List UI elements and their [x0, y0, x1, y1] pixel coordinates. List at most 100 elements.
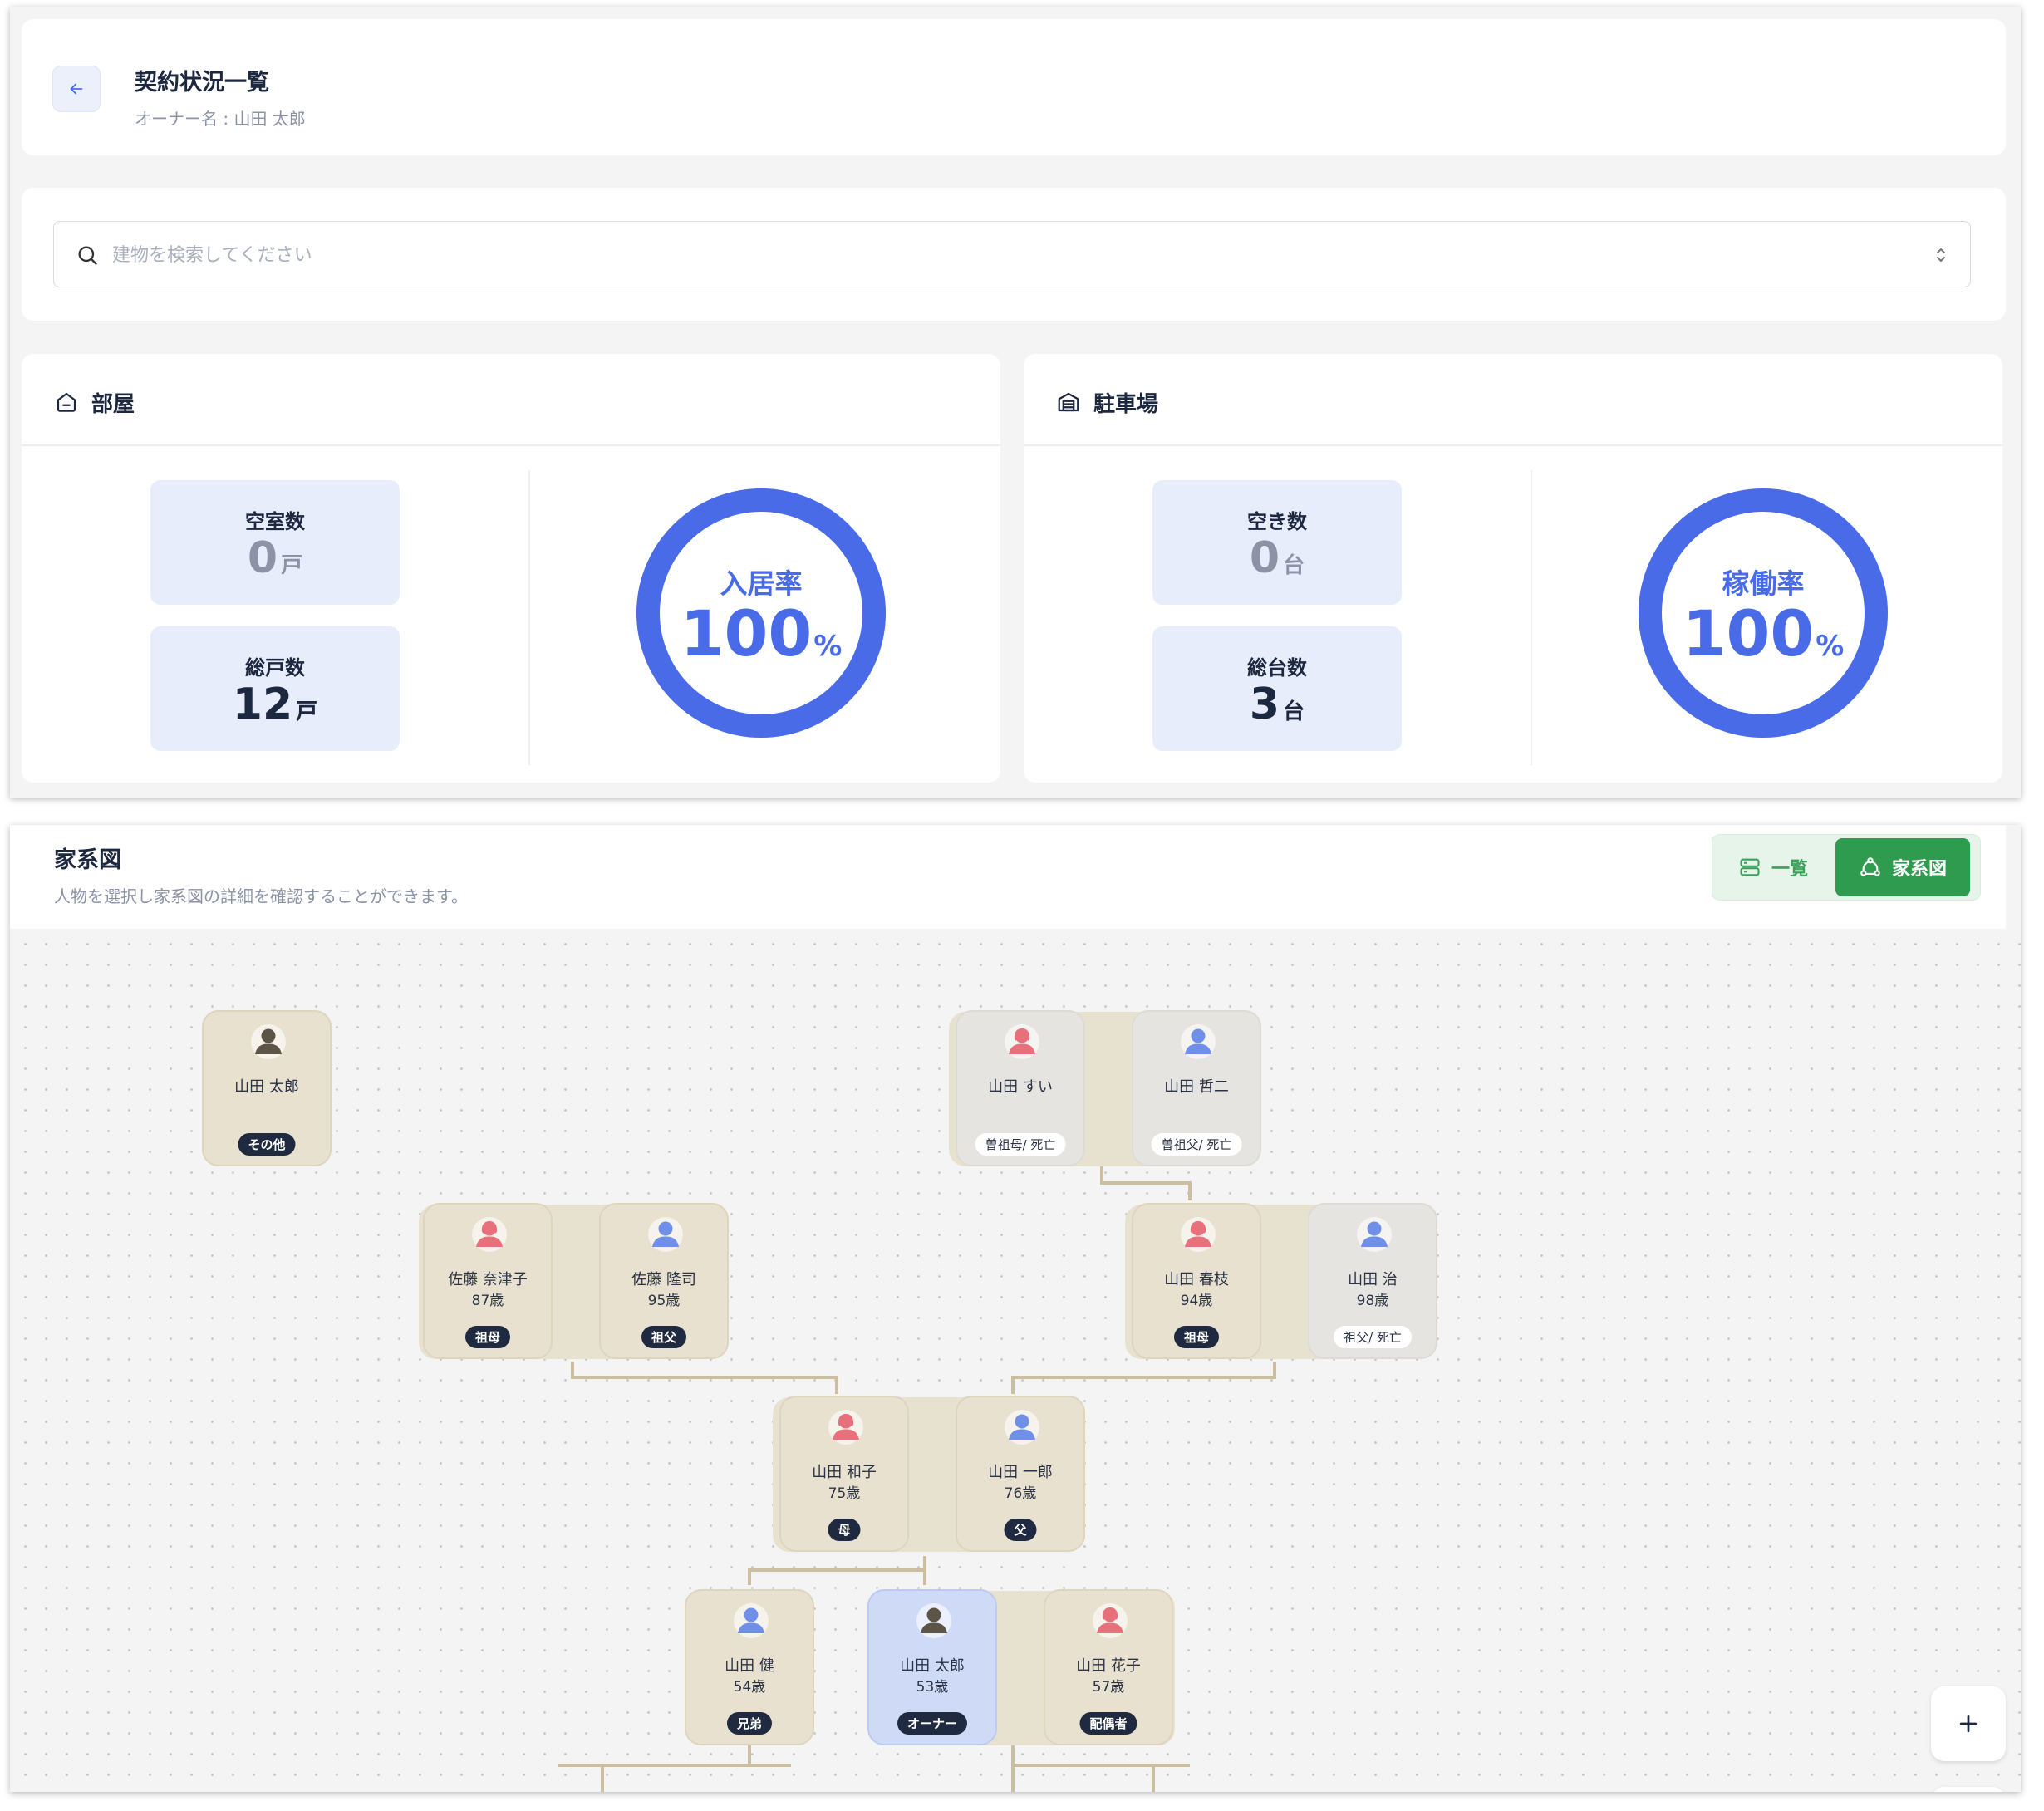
vacant-parking-box: 空き数 0台	[1152, 480, 1402, 605]
female-avatar-icon	[472, 1217, 507, 1252]
relation-badge: 配偶者	[1079, 1712, 1137, 1735]
relation-badge: 祖母	[464, 1326, 511, 1348]
person-node-owner[interactable]: 山田 太郎 53歳オーナー	[867, 1589, 997, 1745]
person-node-ggm[interactable]: 山田 すい曽祖母/ 死亡	[956, 1010, 1085, 1166]
person-node-self_other[interactable]: 山田 太郎 その他	[202, 1010, 332, 1166]
occupancy-rate-ring: 入居率 100%	[636, 488, 886, 738]
family-tree-canvas[interactable]: 山田 太郎 その他 山田 すい 曽祖母/ 死亡 山田 哲二 曽祖父/ 死亡 佐藤 奈津子 87…	[10, 929, 2021, 1792]
chevron-up-down-icon[interactable]	[1932, 243, 1950, 267]
family-tree-subtitle: 人物を選択し家系図の詳細を確認することができます。	[54, 886, 468, 906]
divider	[528, 470, 530, 765]
relation-badge: 母	[828, 1519, 861, 1541]
arrow-left-icon	[70, 83, 83, 95]
list-view-label: 一覧	[1771, 859, 1808, 880]
occupancy-rate-unit: %	[813, 630, 843, 663]
occupancy-rate-value: 100	[680, 596, 813, 670]
divider	[1531, 470, 1532, 765]
person-age: 53歳	[916, 1679, 949, 1696]
search-input[interactable]	[112, 237, 1899, 273]
male-avatar-icon	[1357, 1217, 1392, 1252]
utilization-rate-ring: 稼働率 100%	[1639, 488, 1888, 738]
total-parking-label: 総台数	[1247, 656, 1307, 680]
person-node-mgf[interactable]: 佐藤 隆司 95歳 祖父	[599, 1203, 729, 1359]
person-age: 76歳	[1004, 1485, 1037, 1502]
total-parking-box: 総台数 3台	[1152, 626, 1402, 751]
tree-view-button[interactable]: 家系図	[1835, 838, 1970, 896]
vacant-rooms-box: 空室数 0戸	[150, 480, 400, 605]
person-age: 57歳	[1092, 1679, 1125, 1696]
view-toggle: 一覧 家系図	[1712, 834, 1981, 901]
total-rooms-box: 総戸数 12 戸	[150, 626, 400, 751]
person-node-ggf[interactable]: 山田 哲二 曽祖父/ 死亡	[1132, 1010, 1261, 1166]
person-name: 佐藤 隆司	[631, 1271, 696, 1288]
person-node-spouse[interactable]: 山田 花子 57歳配偶者	[1044, 1589, 1173, 1745]
total-rooms-label: 総戸数	[245, 656, 305, 680]
person-node-brother[interactable]: 山田 健 54歳 兄弟	[685, 1589, 814, 1745]
vacant-parking-label: 空き数	[1247, 510, 1307, 533]
contract-status-panel: 契約状況一覧 オーナー名 : 山田 太郎 部屋 空室数 0戸 総戸数 12戸	[10, 7, 2021, 798]
female-avatar-icon	[1181, 1217, 1216, 1252]
person-name: 山田 和子	[812, 1464, 877, 1481]
garage-icon	[1058, 392, 1079, 412]
parking-card-header: 駐車場	[1024, 354, 2002, 446]
relation-badge: オーナー	[897, 1712, 968, 1735]
female-avatar-icon	[828, 1410, 863, 1445]
person-node-mother[interactable]: 山田 和子 75歳母	[779, 1396, 909, 1552]
person-name: 山田 すい	[988, 1078, 1053, 1096]
person-age: 98歳	[1356, 1293, 1389, 1309]
person-age: 75歳	[828, 1485, 861, 1502]
relation-badge: 父	[1004, 1519, 1037, 1541]
person-node-father[interactable]: 山田 一郎 76歳父	[956, 1396, 1085, 1552]
vacant-rooms-unit: 戸	[281, 553, 303, 578]
owner-avatar-icon	[251, 1024, 286, 1059]
total-parking-value: 3	[1249, 680, 1280, 729]
building-search-select[interactable]	[53, 221, 1971, 287]
person-name: 山田 太郎	[900, 1657, 965, 1675]
tree-icon	[1860, 857, 1880, 876]
zoom-out-button[interactable]	[1931, 1787, 2006, 1792]
plus-icon	[1959, 1715, 1978, 1733]
family-tree-header: 家系図 人物を選択し家系図の詳細を確認することができます。 一覧 家系図	[10, 825, 2006, 929]
family-tree-title: 家系図	[54, 847, 121, 873]
relation-badge: 兄弟	[726, 1712, 773, 1735]
person-name: 山田 太郎	[234, 1078, 299, 1096]
rooms-card: 部屋 空室数 0戸 総戸数 12 戸 入居率 100%	[22, 354, 1000, 783]
tree-view-label: 家系図	[1891, 859, 1947, 880]
male-avatar-icon	[1005, 1410, 1039, 1445]
list-icon	[1740, 858, 1760, 876]
male-avatar-icon	[648, 1217, 683, 1252]
utilization-rate-value: 100	[1682, 596, 1815, 670]
parking-card: 駐車場 空き数 0台 総台数 3台 稼働率 100%	[1024, 354, 2002, 783]
relation-badge: 曽祖母/ 死亡	[975, 1133, 1066, 1156]
person-node-mgm[interactable]: 佐藤 奈津子 87歳祖母	[423, 1203, 553, 1359]
relation-badge: 祖父	[641, 1326, 687, 1348]
person-name: 山田 哲二	[1164, 1078, 1229, 1096]
person-name: 山田 一郎	[988, 1464, 1053, 1481]
vacant-parking-value: 0	[1249, 533, 1280, 583]
person-node-pgm[interactable]: 山田 春枝 94歳 祖母	[1132, 1203, 1261, 1359]
person-name: 佐藤 奈津子	[448, 1271, 528, 1288]
person-name: 山田 春枝	[1164, 1271, 1229, 1288]
person-age: 94歳	[1180, 1293, 1213, 1309]
search-icon	[78, 246, 97, 265]
total-rooms-value: 12	[232, 680, 293, 729]
person-name: 山田 治	[1348, 1271, 1398, 1288]
person-age: 54歳	[733, 1679, 766, 1696]
total-rooms-unit: 戸	[296, 699, 318, 724]
person-name: 山田 花子	[1076, 1657, 1141, 1675]
search-card	[22, 188, 2006, 321]
vacant-rooms-label: 空室数	[245, 510, 305, 533]
home-icon	[57, 392, 76, 412]
zoom-in-button[interactable]	[1931, 1686, 2006, 1761]
utilization-rate-label: 稼働率	[1722, 567, 1805, 600]
list-view-button[interactable]: 一覧	[1712, 835, 1834, 900]
person-node-pgf[interactable]: 山田 治 98歳祖父/ 死亡	[1308, 1203, 1437, 1359]
vacant-parking-unit: 台	[1283, 553, 1305, 578]
relation-badge: 祖父/ 死亡	[1334, 1326, 1412, 1348]
total-parking-unit: 台	[1283, 699, 1305, 724]
rooms-card-header: 部屋	[22, 354, 1000, 446]
person-age: 87歳	[471, 1293, 504, 1309]
parking-title: 駐車場	[1093, 392, 1159, 417]
back-button[interactable]	[52, 66, 101, 112]
male-avatar-icon	[734, 1603, 769, 1638]
